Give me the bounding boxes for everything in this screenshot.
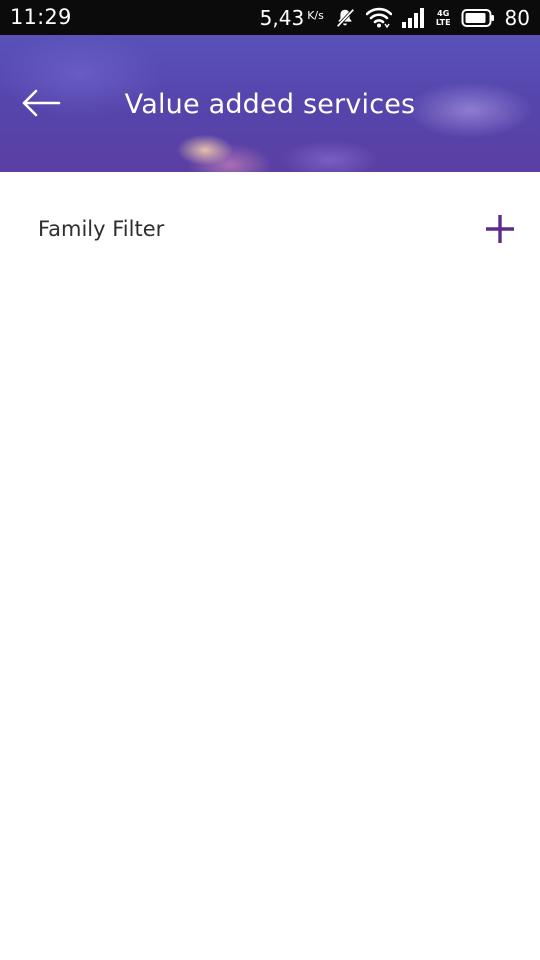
app-header: Value added services [0, 35, 540, 172]
add-service-button[interactable] [482, 211, 518, 247]
notifications-off-icon [334, 7, 356, 29]
network-type-badge: 4G LTE [436, 9, 451, 27]
network-type-top: 4G [437, 8, 450, 18]
wifi-icon [365, 7, 392, 29]
battery-level: 80 [504, 5, 530, 30]
signal-icon [401, 7, 426, 28]
battery-icon [461, 8, 495, 28]
network-type-bottom: LTE [435, 17, 451, 27]
status-time: 11:29 [10, 5, 72, 29]
page-title: Value added services [124, 89, 416, 120]
service-label: Family Filter [38, 216, 165, 241]
status-bar: 11:29 5,43 K/s 4G LTE 80 [0, 0, 540, 35]
list-item-family-filter[interactable]: Family Filter [0, 200, 540, 258]
network-speed-value: 5,43 [259, 5, 305, 30]
status-icons: 5,43 K/s 4G LTE 80 [260, 0, 530, 35]
network-speed: 5,43 K/s [260, 8, 324, 28]
services-list: Family Filter [0, 172, 540, 960]
network-speed-unit: K/s [307, 8, 324, 22]
plus-icon [485, 214, 515, 244]
